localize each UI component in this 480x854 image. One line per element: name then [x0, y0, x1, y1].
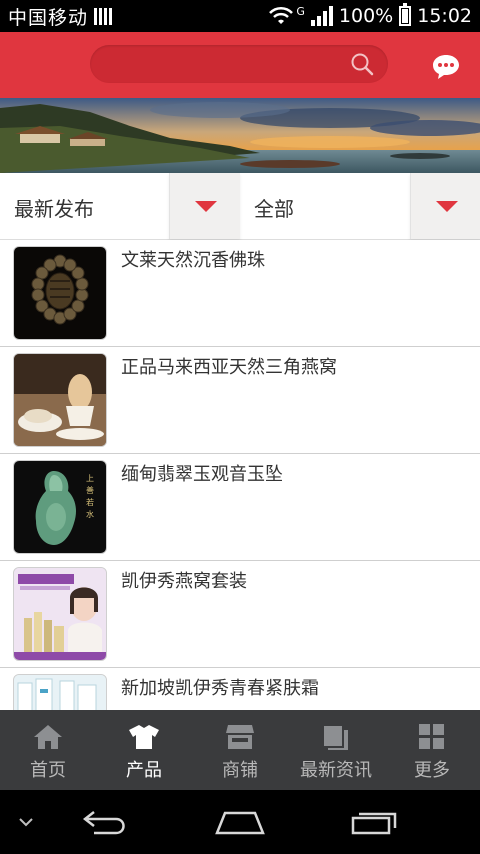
product-title: 新加坡凯伊秀青春紧肤霜	[121, 678, 319, 699]
search-icon[interactable]	[350, 52, 374, 76]
network-type: G	[296, 4, 305, 18]
category-filter-label: 全部	[254, 197, 294, 221]
filter-bar: 最新发布 全部	[0, 173, 480, 240]
list-item[interactable]: 凯伊秀燕窝套装	[0, 561, 480, 668]
grid-icon	[419, 724, 444, 749]
tshirt-icon	[129, 725, 159, 749]
home-icon	[34, 725, 62, 749]
category-filter[interactable]: 全部	[240, 173, 480, 239]
svg-text:水: 水	[86, 509, 94, 519]
sort-filter-label: 最新发布	[14, 197, 94, 221]
tab-stores[interactable]: 商铺	[192, 710, 288, 790]
caret-down-icon	[195, 201, 217, 212]
tab-products-label: 产品	[126, 760, 162, 781]
tab-products[interactable]: 产品	[96, 710, 192, 790]
list-item[interactable]: 上 善 若 水 缅甸翡翠玉观音玉坠	[0, 454, 480, 561]
news-icon	[324, 726, 348, 750]
list-item[interactable]: 文莱天然沉香佛珠	[0, 240, 480, 347]
list-item[interactable]: 正品马来西亚天然三角燕窝	[0, 347, 480, 454]
product-thumbnail: 上 善 若 水	[13, 460, 107, 554]
sort-dropdown-button[interactable]	[169, 173, 240, 239]
clock: 15:02	[417, 5, 472, 27]
chevron-down-icon[interactable]	[18, 816, 34, 828]
product-title: 文莱天然沉香佛珠	[121, 250, 265, 271]
svg-text:若: 若	[86, 497, 94, 507]
app-header	[0, 32, 480, 98]
product-title: 凯伊秀燕窝套装	[121, 571, 247, 592]
status-bar: 中国移动 G 100% 15:02	[0, 0, 480, 32]
battery-icon	[399, 3, 412, 26]
product-list: 文莱天然沉香佛珠 正品马来西亚天然三角燕窝 上 善 若 水 缅甸翡翠玉观音玉坠 …	[0, 240, 480, 775]
tab-news-label: 最新资讯	[300, 760, 372, 781]
product-title: 正品马来西亚天然三角燕窝	[121, 357, 337, 378]
svg-text:善: 善	[86, 485, 94, 495]
tab-home[interactable]: 首页	[0, 710, 96, 790]
svg-text:上: 上	[86, 474, 94, 483]
tab-stores-label: 商铺	[222, 760, 258, 781]
caret-down-icon	[436, 201, 458, 212]
sim-signal-icon	[94, 7, 113, 25]
search-input[interactable]	[90, 45, 388, 83]
carrier-name: 中国移动	[8, 6, 89, 29]
tab-home-label: 首页	[30, 760, 66, 781]
recent-apps-icon[interactable]	[350, 808, 398, 836]
tab-more-label: 更多	[414, 760, 450, 781]
tab-news[interactable]: 最新资讯	[288, 710, 384, 790]
store-icon	[226, 725, 254, 749]
product-title: 缅甸翡翠玉观音玉坠	[121, 464, 283, 485]
tab-more[interactable]: 更多	[384, 710, 480, 790]
chat-bubble-icon[interactable]	[432, 52, 460, 80]
product-thumbnail	[13, 246, 107, 340]
wifi-icon	[269, 6, 294, 24]
category-dropdown-button[interactable]	[410, 173, 480, 239]
system-nav-bar	[0, 790, 480, 854]
banner-image[interactable]	[0, 98, 480, 173]
product-thumbnail	[13, 353, 107, 447]
bottom-tab-bar: 首页 产品 商铺 最新资讯 更多	[0, 710, 480, 790]
battery-percent: 100%	[338, 5, 394, 27]
back-icon[interactable]	[82, 808, 130, 836]
product-thumbnail	[13, 567, 107, 661]
cell-signal-icon	[310, 6, 333, 26]
home-button-icon[interactable]	[214, 808, 266, 836]
sort-filter[interactable]: 最新发布	[0, 173, 240, 239]
